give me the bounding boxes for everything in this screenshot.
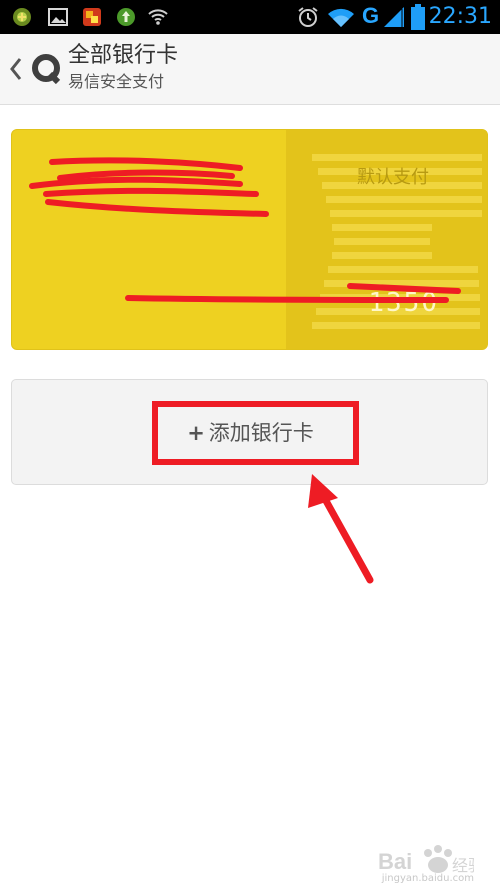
- back-chevron-icon[interactable]: [8, 57, 24, 81]
- status-time: 22:31: [428, 4, 492, 29]
- alarm-icon: [298, 7, 318, 27]
- bank-card[interactable]: 默认支付 1350: [11, 129, 488, 350]
- signal-icon: [384, 7, 404, 27]
- screen: G 22:31 全部银行卡 易信安全支付 默认支付 1350 + 添加银行卡 B…: [0, 0, 500, 889]
- annotation-highlight-box: [152, 401, 359, 465]
- watermark-url: jingyan.baidu.com: [381, 873, 474, 884]
- status-bar: G 22:31: [0, 0, 500, 34]
- default-payment-label: 默认支付: [357, 167, 429, 188]
- action-bar: 全部银行卡 易信安全支付: [0, 34, 500, 105]
- card-number-tail: 1350: [368, 288, 439, 318]
- network-type-label: G: [362, 3, 380, 28]
- svg-text:Bai: Bai: [378, 849, 412, 874]
- wifi-icon: [328, 8, 354, 27]
- app2-icon: [83, 8, 101, 26]
- app-icon: [13, 8, 31, 26]
- upload-icon: [117, 8, 135, 26]
- wifi-icon: [148, 9, 168, 25]
- page-title: 全部银行卡: [68, 43, 179, 68]
- battery-icon: [411, 4, 425, 30]
- yixin-logo-icon: [32, 54, 61, 84]
- picture-icon: [48, 8, 68, 26]
- annotation-arrow-icon: [308, 474, 374, 584]
- page-subtitle: 易信安全支付: [68, 72, 165, 91]
